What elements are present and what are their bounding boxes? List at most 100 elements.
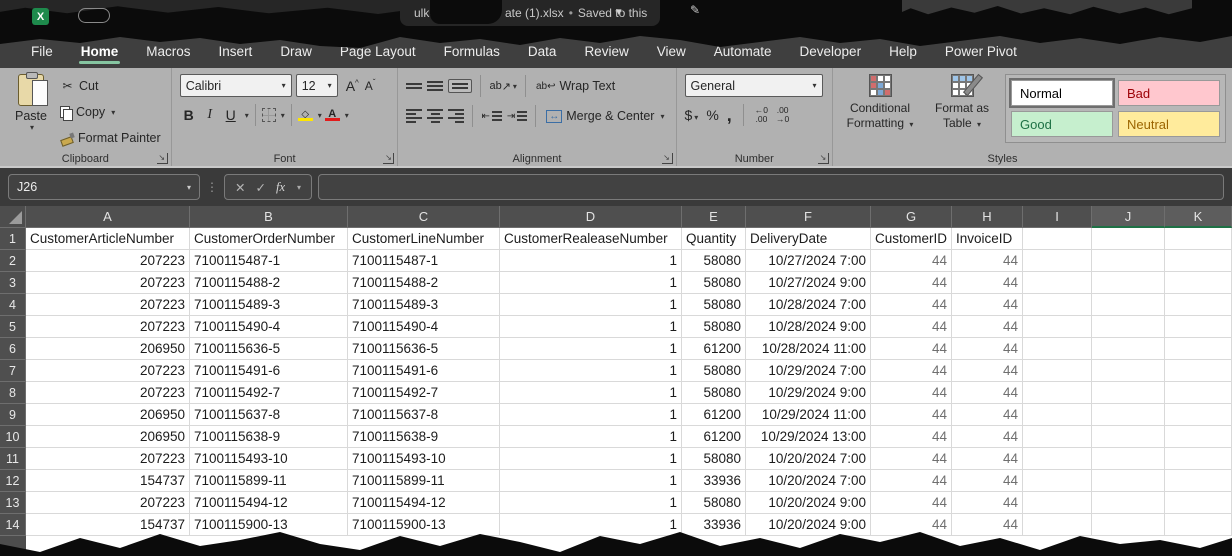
cell-H13[interactable]: 44 (952, 492, 1023, 514)
style-neutral[interactable]: Neutral (1118, 111, 1220, 137)
column-header-E[interactable]: E (682, 206, 746, 228)
cell-E11[interactable]: 58080 (682, 448, 746, 470)
column-header-K[interactable]: K (1165, 206, 1232, 228)
currency-button[interactable]: $▾ (685, 107, 699, 123)
cell-J1[interactable] (1092, 228, 1165, 250)
cell-D4[interactable]: 1 (500, 294, 682, 316)
tab-formulas[interactable]: Formulas (431, 36, 513, 67)
cell-K8[interactable] (1165, 382, 1232, 404)
row-header-4[interactable]: 4 (0, 294, 26, 316)
cell-K12[interactable] (1165, 470, 1232, 492)
cell-C13[interactable]: 7100115494-12 (348, 492, 500, 514)
alignment-dialog-launcher[interactable]: ↘ (662, 153, 673, 164)
cell-F9[interactable]: 10/29/2024 11:00 (746, 404, 871, 426)
cell-B2[interactable]: 7100115487-1 (190, 250, 348, 272)
font-size-select[interactable]: 12▾ (296, 74, 338, 97)
row-header-11[interactable]: 11 (0, 448, 26, 470)
wrap-text-button[interactable]: ab↩Wrap Text (534, 74, 617, 98)
increase-indent-button[interactable]: ⇥ (507, 111, 527, 122)
underline-button[interactable]: U (222, 107, 240, 123)
cell-E10[interactable]: 61200 (682, 426, 746, 448)
cell-E14[interactable]: 33936 (682, 514, 746, 536)
clipboard-dialog-launcher[interactable]: ↘ (157, 153, 168, 164)
select-all-button[interactable] (0, 206, 26, 228)
cell-A13[interactable]: 207223 (26, 492, 190, 514)
cell-D1[interactable]: CustomerRealeaseNumber (500, 228, 682, 250)
cell-G13[interactable]: 44 (871, 492, 952, 514)
style-normal[interactable]: Normal (1011, 80, 1113, 106)
italic-button[interactable]: I (201, 107, 219, 123)
cell-F4[interactable]: 10/28/2024 7:00 (746, 294, 871, 316)
cell-J7[interactable] (1092, 360, 1165, 382)
row-header-5[interactable]: 5 (0, 316, 26, 338)
cell-G9[interactable]: 44 (871, 404, 952, 426)
copy-button[interactable]: Copy▾ (58, 100, 163, 124)
align-bottom-button[interactable] (448, 79, 472, 93)
cell-C12[interactable]: 7100115899-11 (348, 470, 500, 492)
cell-C2[interactable]: 7100115487-1 (348, 250, 500, 272)
tab-view[interactable]: View (644, 36, 699, 67)
comma-style-button[interactable]: , (727, 110, 732, 120)
cell-F10[interactable]: 10/29/2024 13:00 (746, 426, 871, 448)
cell-C14[interactable]: 7100115900-13 (348, 514, 500, 536)
cell-G1[interactable]: CustomerID (871, 228, 952, 250)
cell-F8[interactable]: 10/29/2024 9:00 (746, 382, 871, 404)
cell-B10[interactable]: 7100115638-9 (190, 426, 348, 448)
cell-D6[interactable]: 1 (500, 338, 682, 360)
cell-D3[interactable]: 1 (500, 272, 682, 294)
cell-E7[interactable]: 58080 (682, 360, 746, 382)
cell-E5[interactable]: 58080 (682, 316, 746, 338)
cell-J13[interactable] (1092, 492, 1165, 514)
formula-bar-grip[interactable]: ⋮ (206, 180, 218, 194)
cell-K6[interactable] (1165, 338, 1232, 360)
tab-data[interactable]: Data (515, 36, 570, 67)
cell-I5[interactable] (1023, 316, 1092, 338)
cell-C11[interactable]: 7100115493-10 (348, 448, 500, 470)
cell-J5[interactable] (1092, 316, 1165, 338)
cell-D11[interactable]: 1 (500, 448, 682, 470)
cell-C4[interactable]: 7100115489-3 (348, 294, 500, 316)
font-color-button[interactable]: A (325, 109, 340, 121)
merge-center-button[interactable]: ↔Merge & Center▾ (544, 104, 666, 128)
cancel-button[interactable]: ✕ (235, 180, 245, 195)
style-bad[interactable]: Bad (1118, 80, 1220, 106)
tab-developer[interactable]: Developer (787, 36, 875, 67)
cell-J14[interactable] (1092, 514, 1165, 536)
cell-E9[interactable]: 61200 (682, 404, 746, 426)
cell-I4[interactable] (1023, 294, 1092, 316)
cell-H6[interactable]: 44 (952, 338, 1023, 360)
column-header-H[interactable]: H (952, 206, 1023, 228)
cell-G2[interactable]: 44 (871, 250, 952, 272)
cell-A10[interactable]: 206950 (26, 426, 190, 448)
column-header-F[interactable]: F (746, 206, 871, 228)
cell-H3[interactable]: 44 (952, 272, 1023, 294)
cell-K11[interactable] (1165, 448, 1232, 470)
tab-power-pivot[interactable]: Power Pivot (932, 36, 1030, 67)
cell-B11[interactable]: 7100115493-10 (190, 448, 348, 470)
cell-I2[interactable] (1023, 250, 1092, 272)
decrease-indent-button[interactable]: ⇤ (481, 111, 501, 122)
row-header-6[interactable]: 6 (0, 338, 26, 360)
row-header-7[interactable]: 7 (0, 360, 26, 382)
cell-I9[interactable] (1023, 404, 1092, 426)
style-good[interactable]: Good (1011, 111, 1113, 137)
cell-A8[interactable]: 207223 (26, 382, 190, 404)
cell-I13[interactable] (1023, 492, 1092, 514)
cell-A14[interactable]: 154737 (26, 514, 190, 536)
cell-A11[interactable]: 207223 (26, 448, 190, 470)
cell-B1[interactable]: CustomerOrderNumber (190, 228, 348, 250)
column-header-C[interactable]: C (348, 206, 500, 228)
cell-G12[interactable]: 44 (871, 470, 952, 492)
cell-C9[interactable]: 7100115637-8 (348, 404, 500, 426)
cell-A6[interactable]: 206950 (26, 338, 190, 360)
cell-D10[interactable]: 1 (500, 426, 682, 448)
cell-I14[interactable] (1023, 514, 1092, 536)
font-name-select[interactable]: Calibri▾ (180, 74, 292, 97)
cell-H14[interactable]: 44 (952, 514, 1023, 536)
cell-H5[interactable]: 44 (952, 316, 1023, 338)
cell-B4[interactable]: 7100115489-3 (190, 294, 348, 316)
tab-help[interactable]: Help (876, 36, 930, 67)
cell-G3[interactable]: 44 (871, 272, 952, 294)
autosave-toggle[interactable] (78, 8, 110, 23)
cell-C6[interactable]: 7100115636-5 (348, 338, 500, 360)
